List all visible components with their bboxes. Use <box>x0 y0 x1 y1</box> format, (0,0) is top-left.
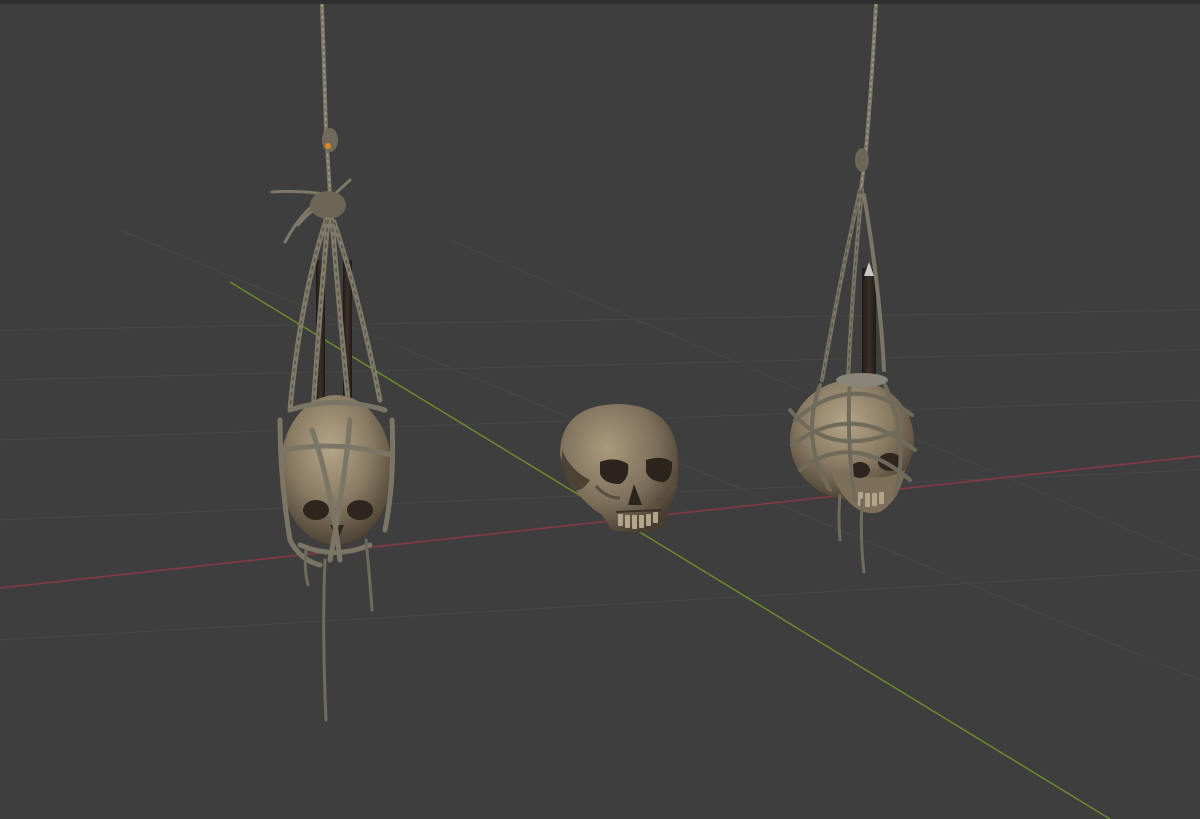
skull-center-icon[interactable] <box>560 404 679 533</box>
viewport-top-edge <box>0 0 1200 4</box>
origin-marker-icon <box>325 143 331 149</box>
hanging-skull-left-icon[interactable] <box>270 3 396 722</box>
viewport-canvas[interactable] <box>0 0 1200 819</box>
3d-viewport[interactable] <box>0 0 1200 819</box>
